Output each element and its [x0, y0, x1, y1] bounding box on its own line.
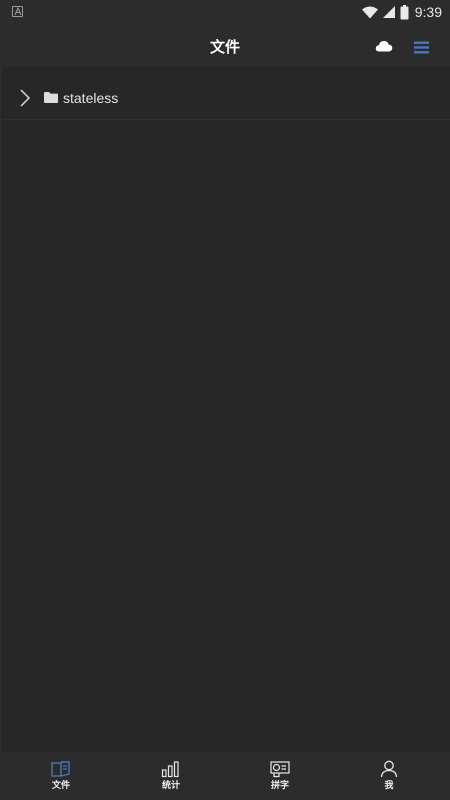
- bottom-nav: 文件 统计 拼字 我: [0, 752, 450, 800]
- app-screen: 9:39 文件 stateless 文件 统计 拼字 我: [0, 0, 450, 800]
- list-item[interactable]: stateless: [1, 77, 450, 120]
- chevron-right-icon[interactable]: [19, 88, 31, 108]
- wifi-icon: [361, 6, 378, 18]
- battery-icon: [400, 4, 409, 19]
- folder-icon: [44, 92, 58, 103]
- nav-item-profile[interactable]: 我: [333, 752, 445, 800]
- menu-button[interactable]: [414, 39, 430, 54]
- nav-item-files[interactable]: 文件: [5, 752, 117, 800]
- nav-label: 文件: [51, 781, 70, 791]
- status-bar: 9:39: [0, 0, 450, 24]
- cloud-icon: [375, 41, 393, 52]
- app-header: 文件: [0, 24, 450, 67]
- file-list: stateless: [0, 67, 450, 752]
- nav-item-spell[interactable]: 拼字: [224, 752, 336, 800]
- nav-item-stats[interactable]: 统计: [115, 752, 227, 800]
- file-name: stateless: [63, 90, 119, 106]
- files-icon: [51, 761, 70, 777]
- spell-icon: [270, 761, 290, 778]
- nav-label: 我: [384, 781, 394, 791]
- status-icons: 9:39: [361, 3, 442, 21]
- nav-label: 拼字: [270, 781, 289, 791]
- menu-icon: [414, 41, 429, 54]
- stats-icon: [161, 761, 179, 778]
- signal-icon: [382, 6, 395, 18]
- profile-icon: [380, 760, 398, 778]
- a-letter-icon: [12, 6, 23, 17]
- nav-label: 统计: [161, 781, 180, 791]
- cloud-sync-button[interactable]: [375, 38, 393, 52]
- status-time: 9:39: [414, 4, 442, 20]
